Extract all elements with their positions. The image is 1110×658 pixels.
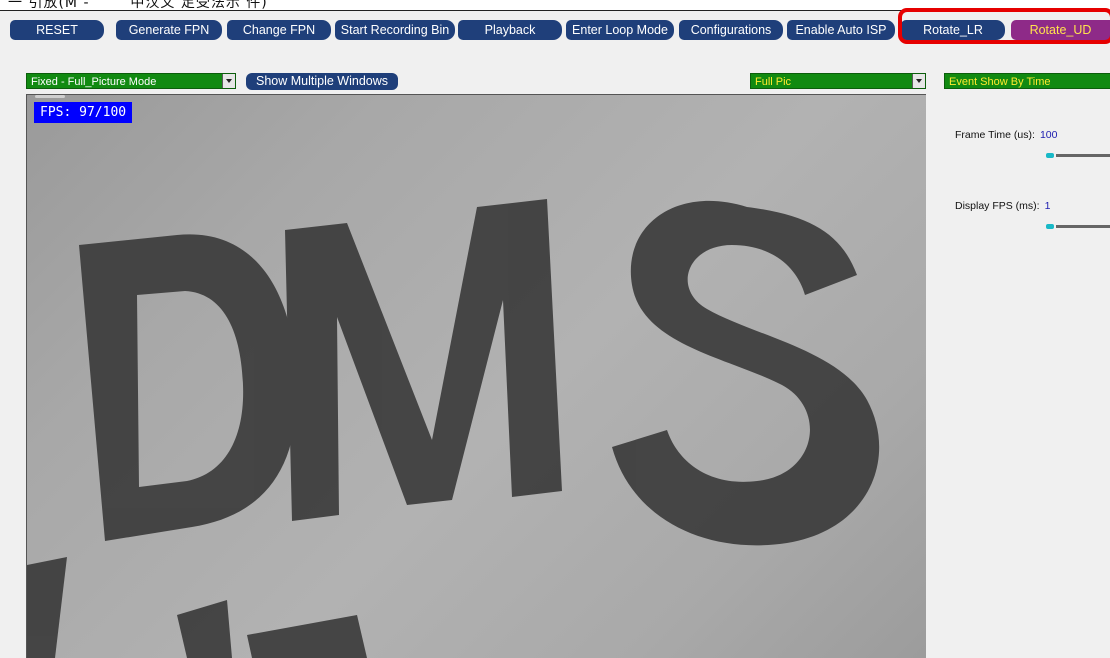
frame-time-label: Frame Time (us): <box>955 129 1035 141</box>
slider-track[interactable] <box>1056 154 1110 157</box>
frame-time-row: Frame Time (us): 100 <box>955 129 1057 141</box>
frame-time-value: 100 <box>1039 129 1058 141</box>
enable-auto-isp-button[interactable]: Enable Auto ISP <box>787 20 895 40</box>
frame-time-slider[interactable] <box>1046 149 1110 161</box>
display-fps-row: Display FPS (ms): 1 <box>955 200 1050 212</box>
camera-frame-image <box>27 199 880 658</box>
change-fpn-button[interactable]: Change FPN <box>227 20 331 40</box>
slider-knob[interactable] <box>1046 224 1054 229</box>
view-select-value: Full Pic <box>755 76 792 88</box>
mode-select-value: Fixed - Full_Picture Mode <box>31 76 157 88</box>
view-select[interactable]: Full Pic <box>750 73 926 89</box>
reset-button[interactable]: RESET <box>10 20 104 40</box>
window-title: 一 引放(M - 中汉文 足受法示 件) <box>8 0 268 11</box>
configurations-button[interactable]: Configurations <box>679 20 783 40</box>
event-select[interactable]: Event Show By Time <box>944 73 1110 89</box>
start-recording-bin-button[interactable]: Start Recording Bin <box>335 20 455 40</box>
show-multiple-windows-button[interactable]: Show Multiple Windows <box>246 73 398 90</box>
frame-handle <box>35 95 65 98</box>
rotate-lr-button[interactable]: Rotate_LR <box>901 20 1005 40</box>
rotate-ud-button[interactable]: Rotate_UD <box>1011 20 1110 40</box>
generate-fpn-button[interactable]: Generate FPN <box>116 20 222 40</box>
chevron-down-icon[interactable] <box>222 74 235 88</box>
display-fps-label: Display FPS (ms): <box>955 200 1040 212</box>
slider-track[interactable] <box>1056 225 1110 228</box>
camera-video-view[interactable]: FPS: 97/100 <box>26 94 926 658</box>
event-select-value: Event Show By Time <box>949 76 1051 88</box>
slider-knob[interactable] <box>1046 153 1054 158</box>
display-fps-slider[interactable] <box>1046 220 1110 232</box>
mode-select[interactable]: Fixed - Full_Picture Mode <box>26 73 236 89</box>
enter-loop-mode-button[interactable]: Enter Loop Mode <box>566 20 674 40</box>
fps-overlay: FPS: 97/100 <box>34 102 133 123</box>
toolbar: RESET Generate FPN Change FPN Start Reco… <box>0 20 1110 40</box>
chevron-down-icon[interactable] <box>912 74 925 88</box>
window-title-strip: 一 引放(M - 中汉文 足受法示 件) <box>0 0 1110 11</box>
playback-button[interactable]: Playback <box>458 20 562 40</box>
display-fps-value: 1 <box>1044 200 1051 212</box>
